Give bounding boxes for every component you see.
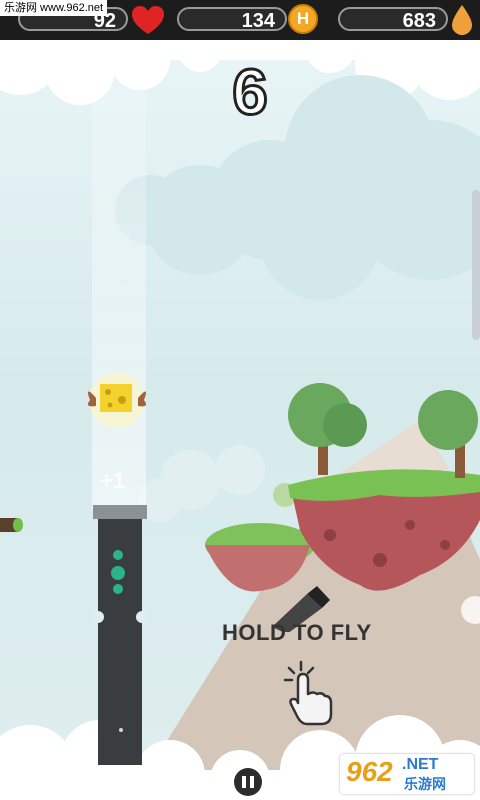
watermark-bottom-right: 962 .NET 乐游网 [340,748,480,800]
tap-hand-icon [283,660,333,726]
light-beam [92,60,146,510]
score-counter: 6 [231,55,270,130]
coins-counter: 134 [177,7,287,32]
drop-icon [452,5,472,35]
game-scene[interactable]: +1 HOLD TO FLY 6 [0,0,480,800]
heart-icon [132,6,164,34]
pause-button[interactable] [234,768,262,796]
bonus-popup: +1 [100,468,126,493]
drops-counter: 683 [338,7,448,32]
watermark-top-left: 乐游网 www.962.net [0,0,108,16]
pause-icon [242,776,246,788]
player-character [88,372,146,428]
pipe-stub-left [0,518,23,532]
coin-icon: H [288,4,318,34]
watermark-logo: 962 .NET 乐游网 [340,754,474,794]
pillar-obstacle [92,505,148,765]
hold-to-fly-label: HOLD TO FLY [222,620,372,645]
